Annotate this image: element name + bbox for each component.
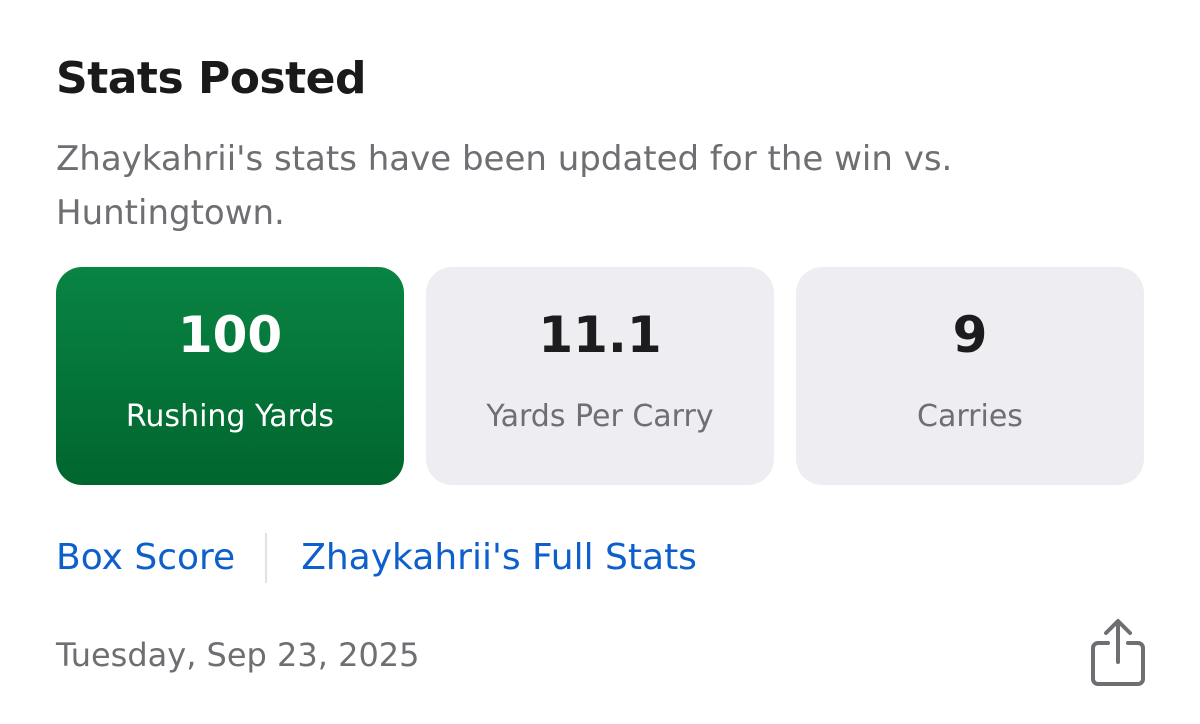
stat-cards: 100 Rushing Yards 11.1 Yards Per Carry 9… xyxy=(56,267,1144,485)
share-icon xyxy=(1091,619,1145,686)
stats-links: Box Score Zhaykahrii's Full Stats xyxy=(56,530,697,586)
full-stats-link[interactable]: Zhaykahrii's Full Stats xyxy=(301,530,697,586)
stats-description: Zhaykahrii's stats have been updated for… xyxy=(56,139,953,233)
stat-value: 9 xyxy=(952,306,988,364)
stat-label: Yards Per Carry xyxy=(486,399,714,434)
stat-label: Rushing Yards xyxy=(125,399,335,434)
stat-card-yards-per-carry: 11.1 Yards Per Carry xyxy=(426,267,774,485)
box-score-link[interactable]: Box Score xyxy=(56,530,235,586)
stat-value: 11.1 xyxy=(538,306,662,364)
link-divider xyxy=(265,533,268,583)
stat-label: Carries xyxy=(917,399,1023,434)
stat-card-carries: 9 Carries xyxy=(796,267,1144,485)
stat-value: 100 xyxy=(177,306,283,364)
page-title: Stats Posted xyxy=(56,53,367,104)
share-button[interactable] xyxy=(1088,616,1148,688)
post-date: Tuesday, Sep 23, 2025 xyxy=(56,636,420,674)
stat-card-rushing-yards: 100 Rushing Yards xyxy=(56,267,404,485)
